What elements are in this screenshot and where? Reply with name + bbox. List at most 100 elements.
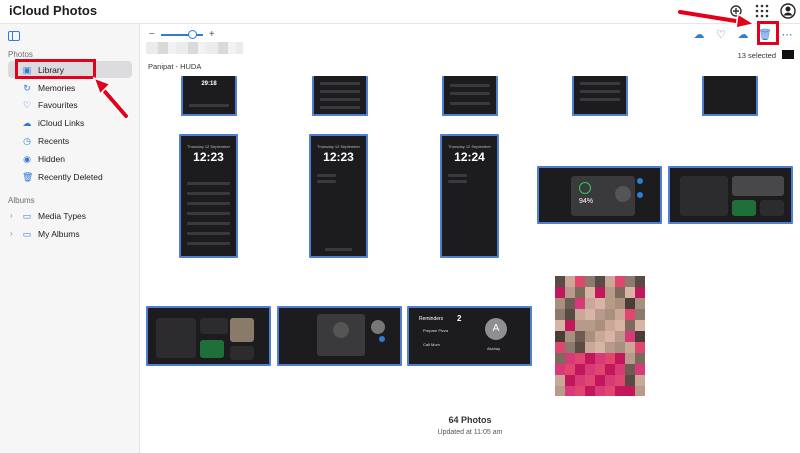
mosaic-pixel	[625, 287, 635, 298]
mosaic-pixel	[605, 320, 615, 331]
mosaic-pixel	[595, 386, 605, 396]
favourite-icon[interactable]: ♡	[714, 28, 728, 42]
sidebar-toggle-icon[interactable]	[8, 31, 20, 41]
account-icon[interactable]	[780, 3, 796, 19]
mosaic-pixel	[625, 342, 635, 353]
mosaic-pixel	[555, 276, 565, 287]
mosaic-pixel	[575, 331, 585, 342]
photo-tile[interactable]	[668, 166, 793, 224]
mosaic-pixel	[635, 276, 645, 287]
photo-tile[interactable]	[442, 76, 498, 116]
photo-tile[interactable]: 29:18	[181, 76, 237, 116]
mosaic-pixel	[555, 331, 565, 342]
mosaic-pixel	[605, 342, 615, 353]
chevron-right-icon[interactable]: ›	[10, 229, 13, 238]
tile-time: 29:18	[201, 81, 217, 87]
photo-tile[interactable]	[277, 306, 402, 366]
reminder-item: Prepare Pizza	[423, 328, 449, 333]
sidebar-item-my-albums[interactable]: › ▭ My Albums	[8, 225, 132, 242]
upload-icon[interactable]: ☁	[692, 28, 706, 42]
sidebar-item-hidden[interactable]: ◉ Hidden	[8, 150, 132, 167]
trash-icon: 🗑	[22, 171, 34, 182]
mosaic-pixel	[635, 287, 645, 298]
photo-tile[interactable]: Reminders 2 Prepare Pizza Call Mom A Aks…	[407, 306, 532, 366]
mosaic-pixel	[575, 386, 585, 396]
mosaic-pixel	[595, 309, 605, 320]
sidebar-item-recently-deleted[interactable]: 🗑 Recently Deleted	[8, 168, 132, 185]
mosaic-pixel	[605, 386, 615, 396]
mosaic-pixel	[565, 342, 575, 353]
apps-grid-icon[interactable]	[754, 3, 770, 19]
arrow-to-library-icon	[92, 76, 130, 120]
mosaic-pixel	[575, 320, 585, 331]
mosaic-pixel	[595, 276, 605, 287]
sidebar-item-media-types[interactable]: › ▭ Media Types	[8, 207, 132, 224]
photo-tile[interactable]	[702, 76, 758, 116]
mosaic-pixel	[615, 364, 625, 375]
tile-clock: 12:23	[323, 150, 354, 164]
mosaic-pixel	[625, 375, 635, 386]
mosaic-pixel	[585, 331, 595, 342]
sidebar-item-recents[interactable]: ◷ Recents	[8, 132, 132, 149]
photo-tile[interactable]: 94%	[537, 166, 662, 224]
mosaic-pixel	[555, 298, 565, 309]
mosaic-pixel	[605, 298, 615, 309]
mosaic-pixel	[575, 276, 585, 287]
mosaic-pixel	[615, 320, 625, 331]
download-icon[interactable]: ☁	[736, 28, 750, 42]
mosaic-pixel	[585, 375, 595, 386]
avatar-name: Akshay	[487, 346, 501, 351]
zoom-track[interactable]	[160, 29, 203, 39]
mosaic-pixel	[595, 375, 605, 386]
mosaic-pixel	[555, 309, 565, 320]
folder-icon: ▭	[22, 228, 32, 239]
mosaic-pixel	[565, 353, 575, 364]
mosaic-pixel	[635, 386, 645, 396]
mosaic-pixel	[635, 364, 645, 375]
photo-tile-person[interactable]	[555, 276, 645, 396]
photo-tile[interactable]	[572, 76, 628, 116]
photo-tile[interactable]	[312, 76, 368, 116]
zoom-knob[interactable]	[188, 29, 198, 39]
mosaic-pixel	[585, 353, 595, 364]
mosaic-pixel	[565, 364, 575, 375]
photos-section-label: Photos	[8, 50, 33, 59]
mosaic-pixel	[575, 364, 585, 375]
app-title[interactable]: iCloud Photos	[7, 3, 97, 18]
reminder-item: Call Mom	[423, 342, 440, 347]
mosaic-pixel	[635, 331, 645, 342]
photo-tile[interactable]: Thursday 12 September 12:24	[440, 134, 499, 258]
mosaic-pixel	[575, 342, 585, 353]
photo-tile[interactable]: Thursday 12 September 12:23	[179, 134, 238, 258]
sidebar-item-label: Media Types	[38, 210, 87, 221]
mosaic-pixel	[615, 386, 625, 396]
location-label: Panipat - HUDA	[148, 62, 202, 71]
mosaic-pixel	[605, 364, 615, 375]
mosaic-pixel	[555, 320, 565, 331]
mosaic-pixel	[625, 309, 635, 320]
reminders-title: Reminders	[419, 316, 444, 322]
mosaic-pixel	[565, 298, 575, 309]
mosaic-pixel	[595, 364, 605, 375]
more-options-icon[interactable]: ⋯	[780, 28, 794, 42]
mosaic-pixel	[625, 364, 635, 375]
tile-clock: 12:24	[454, 150, 485, 164]
mosaic-pixel	[595, 353, 605, 364]
chevron-right-icon[interactable]: ›	[10, 211, 13, 220]
tile-clock: 12:23	[193, 150, 224, 164]
mosaic-pixel	[585, 342, 595, 353]
zoom-out-button[interactable]: −	[149, 29, 155, 40]
updated-time: Updated at 11:05 am	[437, 429, 503, 436]
mosaic-pixel	[575, 298, 585, 309]
sidebar-item-label: Recents	[38, 135, 70, 146]
mosaic-pixel	[555, 353, 565, 364]
mosaic-pixel	[605, 353, 615, 364]
sidebar-item-label: Memories	[38, 82, 76, 93]
photo-tile[interactable]	[146, 306, 271, 366]
zoom-slider[interactable]: − +	[149, 29, 215, 40]
zoom-in-button[interactable]: +	[209, 29, 215, 40]
battery-percent: 94%	[579, 198, 594, 205]
photo-tile[interactable]: Thursday 12 September 12:23	[309, 134, 368, 258]
mosaic-pixel	[565, 287, 575, 298]
photo-count: 64 Photos	[448, 415, 492, 425]
